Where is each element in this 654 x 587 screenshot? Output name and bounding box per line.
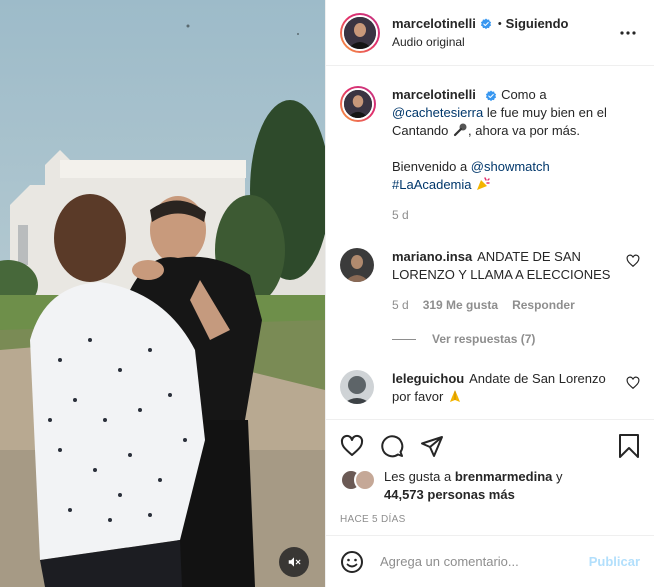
smiley-icon: [341, 550, 363, 573]
caption-author-avatar[interactable]: [340, 86, 376, 122]
post-side-panel: marcelotinelli • Siguiendo Audio origina…: [325, 0, 654, 587]
action-icons-row: [340, 426, 640, 466]
more-options-icon: [620, 30, 636, 35]
bookmark-icon: [619, 434, 639, 458]
more-options-button[interactable]: [616, 21, 640, 45]
comment-item: mariano.insa ANDATE DE SAN LORENZO Y LLA…: [340, 248, 640, 314]
view-replies-button[interactable]: Ver respuestas (7): [392, 332, 640, 346]
caption-text-1: Como a: [501, 87, 547, 102]
party-popper-emoji-icon: [477, 177, 490, 190]
save-button[interactable]: [600, 426, 640, 466]
likers-avatars[interactable]: [340, 469, 378, 491]
video-frame: [0, 0, 325, 587]
verified-badge-icon: [480, 18, 491, 29]
add-comment-bar: Publicar: [326, 535, 654, 587]
header-info: marcelotinelli • Siguiendo Audio origina…: [392, 15, 616, 51]
heart-icon: [340, 434, 364, 456]
comment-time[interactable]: 5 d: [392, 296, 409, 314]
view-replies-label: Ver respuestas (7): [432, 332, 536, 346]
comment-input[interactable]: [380, 554, 589, 569]
comment-icon: [381, 435, 404, 458]
mention-cachetesierra[interactable]: @cachetesierra: [392, 105, 483, 120]
header-separator: •: [497, 17, 502, 30]
post-header: marcelotinelli • Siguiendo Audio origina…: [326, 0, 654, 66]
caption-meta: 5 d: [392, 206, 640, 224]
comment-button[interactable]: [380, 426, 420, 466]
instagram-post: marcelotinelli • Siguiendo Audio origina…: [0, 0, 654, 587]
likes-text: Les gusta a brenmarmedina y 44,573 perso…: [384, 468, 563, 504]
emoji-picker-button[interactable]: [340, 548, 368, 576]
author-avatar[interactable]: [340, 12, 380, 53]
like-button[interactable]: [340, 426, 380, 466]
comment-likes[interactable]: 319 Me gusta: [423, 296, 498, 314]
commenter-avatar-image: [340, 370, 374, 404]
paper-plane-icon: [421, 436, 443, 457]
post-timestamp[interactable]: Hace 5 días: [340, 514, 640, 525]
comment-body: mariano.insa ANDATE DE SAN LORENZO Y LLA…: [392, 248, 626, 314]
comment-body: leleguichou Andate de San Lorenzo por fa…: [392, 370, 626, 406]
post-video[interactable]: [0, 0, 325, 587]
comment-meta: 5 d 319 Me gusta Responder: [392, 296, 618, 314]
caption-body: marcelotinelli Como a @cachetesierra le …: [392, 86, 640, 224]
comment-username[interactable]: leleguichou: [392, 371, 464, 386]
caption-time[interactable]: 5 d: [392, 206, 409, 224]
caption-username[interactable]: marcelotinelli: [392, 87, 476, 102]
mute-toggle-button[interactable]: [279, 547, 309, 577]
likes-joiner: y: [556, 469, 563, 484]
liker-avatar: [354, 469, 376, 491]
post-actions: Les gusta a brenmarmedina y 44,573 perso…: [326, 419, 654, 535]
following-button[interactable]: Siguiendo: [506, 15, 569, 33]
replies-divider-line: [392, 338, 416, 340]
share-button[interactable]: [420, 426, 460, 466]
commenter-avatar[interactable]: [340, 370, 374, 404]
muted-speaker-icon: [288, 557, 301, 567]
commenter-avatar-image: [340, 248, 374, 282]
liker-username[interactable]: brenmarmedina: [455, 469, 553, 484]
audio-link[interactable]: Audio original: [392, 33, 616, 51]
caption-text-3: , ahora va por más.: [468, 123, 581, 138]
microphone-emoji-icon: [453, 123, 467, 137]
comments-list[interactable]: marcelotinelli Como a @cachetesierra le …: [326, 66, 654, 419]
caption-avatar-image: [344, 90, 372, 118]
author-avatar-image: [344, 16, 376, 49]
verified-badge-icon: [486, 90, 497, 101]
likes-prefix: Les gusta a: [384, 469, 452, 484]
comment-like-heart-icon[interactable]: [626, 254, 640, 268]
hashtag-laacademia[interactable]: #LaAcademia: [392, 177, 472, 192]
mention-showmatch[interactable]: @showmatch: [471, 159, 550, 174]
reply-button[interactable]: Responder: [512, 296, 575, 314]
likes-count[interactable]: 44,573 personas más: [384, 487, 515, 502]
folded-hands-emoji-icon: [449, 390, 460, 402]
commenter-avatar[interactable]: [340, 248, 374, 282]
author-username[interactable]: marcelotinelli: [392, 15, 476, 33]
caption: marcelotinelli Como a @cachetesierra le …: [340, 86, 640, 224]
comment-username[interactable]: mariano.insa: [392, 249, 472, 264]
likes-summary: Les gusta a brenmarmedina y 44,573 perso…: [340, 468, 640, 504]
comment-item: leleguichou Andate de San Lorenzo por fa…: [340, 370, 640, 406]
comment-like-heart-icon[interactable]: [626, 376, 640, 390]
publish-button[interactable]: Publicar: [589, 554, 640, 569]
caption-text-4: Bienvenido a: [392, 159, 468, 174]
